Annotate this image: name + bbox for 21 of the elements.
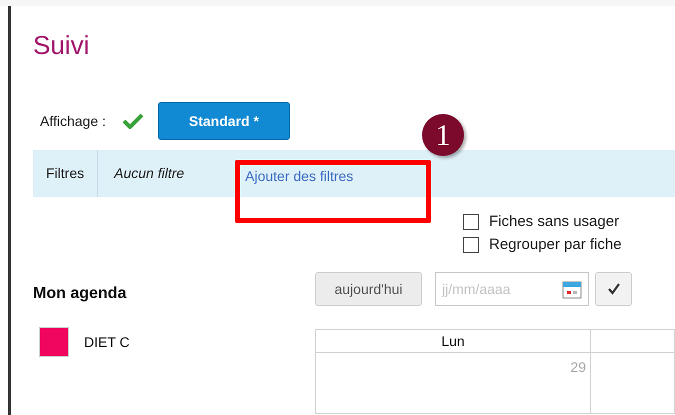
display-label: Affichage :: [40, 112, 106, 131]
option-label: Fiches sans usager: [489, 213, 620, 231]
filter-value: Aucun filtre: [112, 164, 186, 183]
add-filters-link[interactable]: Ajouter des filtres: [245, 166, 354, 187]
day-header: Lun: [316, 330, 590, 353]
calendar-icon[interactable]: [562, 279, 582, 299]
check-icon: [122, 113, 144, 129]
agenda-title: Mon agenda: [33, 284, 126, 304]
check-icon: [608, 283, 620, 295]
today-button[interactable]: aujourd'hui: [315, 272, 422, 306]
day-cell-text: 29: [569, 358, 587, 377]
checkbox[interactable]: [463, 237, 479, 253]
date-field[interactable]: jj/mm/aaaa: [435, 272, 589, 306]
step-badge: 1: [422, 114, 464, 156]
option-label: Regrouper par fiche: [489, 236, 622, 254]
checkbox[interactable]: [463, 214, 479, 230]
filters-label: Filtres: [33, 150, 98, 197]
confirm-button[interactable]: [595, 272, 632, 306]
calendar-name: DIET C: [84, 332, 130, 352]
view-button[interactable]: Standard *: [158, 102, 290, 140]
page-title: Suivi: [33, 30, 90, 60]
